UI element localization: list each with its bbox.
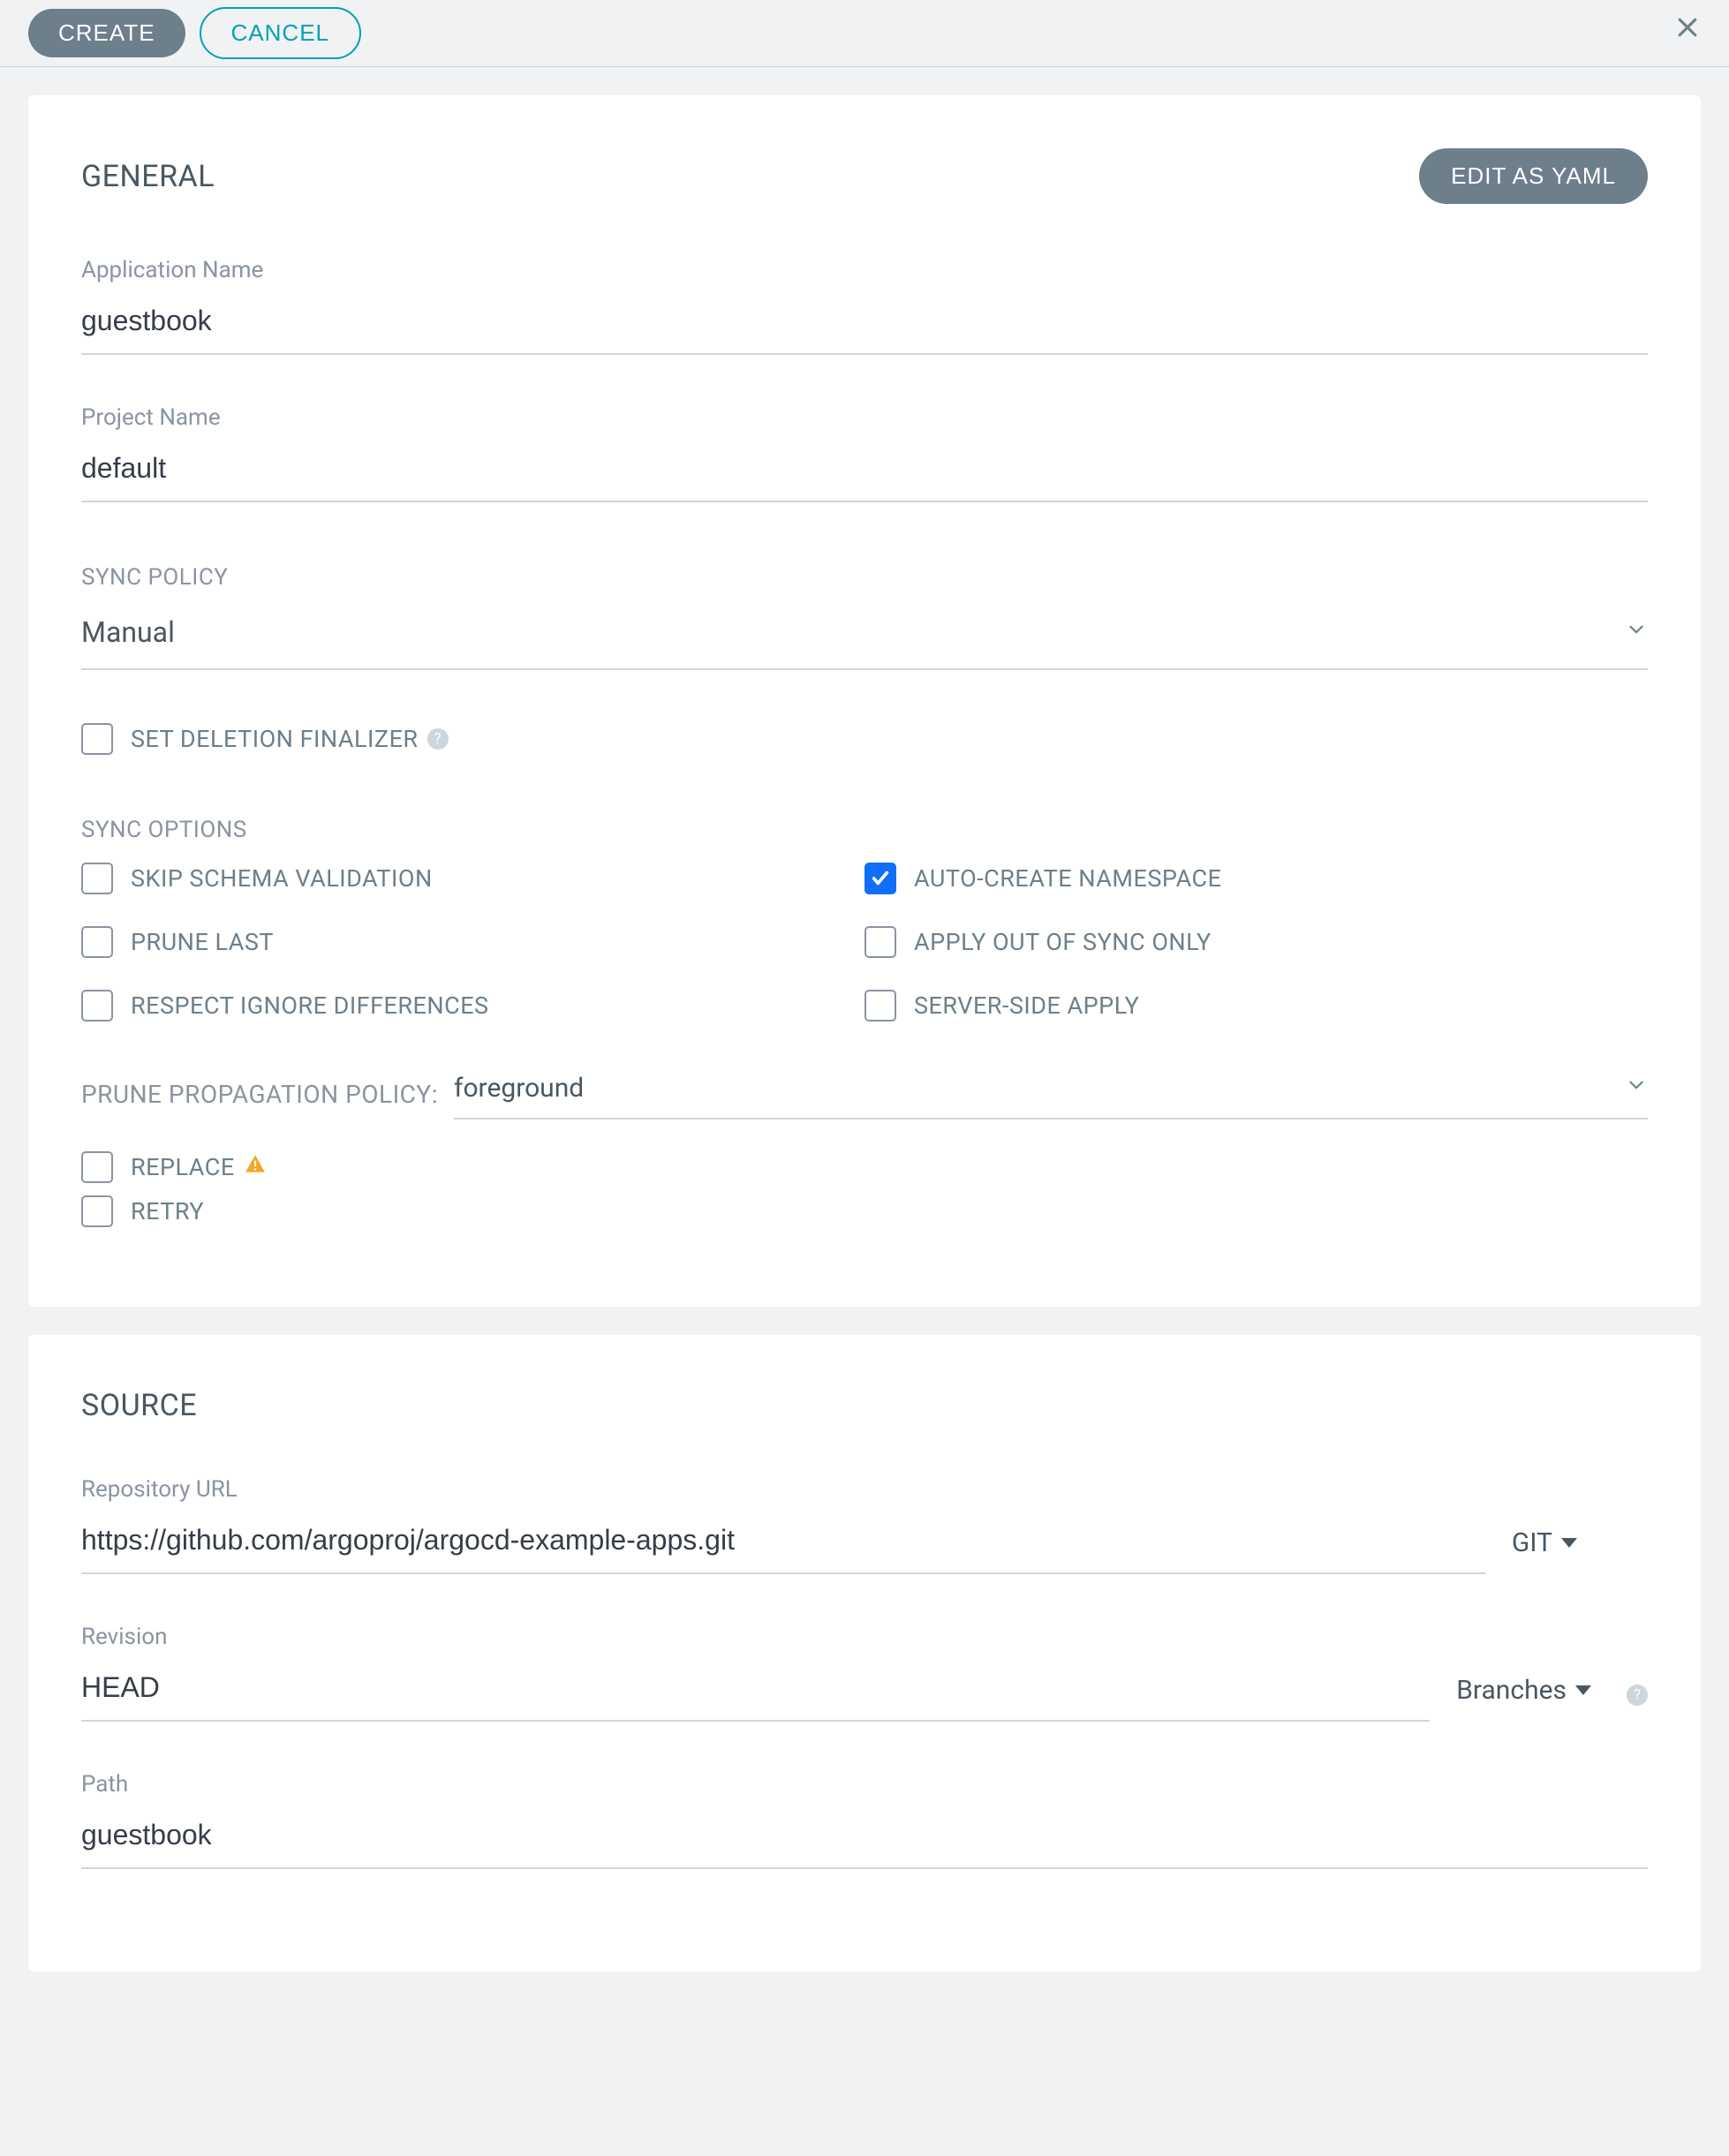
prune-propagation-select[interactable]: foreground — [454, 1069, 1648, 1119]
skip-schema-validation-label: SKIP SCHEMA VALIDATION — [131, 864, 433, 893]
source-title: SOURCE — [81, 1388, 197, 1423]
general-title: GENERAL — [81, 159, 215, 194]
repo-type-select[interactable]: GIT — [1512, 1527, 1577, 1574]
apply-out-of-sync-only-checkbox[interactable] — [864, 926, 896, 958]
help-icon[interactable]: ? — [427, 728, 449, 750]
retry-checkbox[interactable] — [81, 1195, 113, 1227]
auto-create-namespace-label: AUTO-CREATE NAMESPACE — [914, 864, 1221, 893]
create-button[interactable]: CREATE — [28, 9, 185, 57]
chevron-down-icon — [1625, 618, 1648, 647]
cancel-button[interactable]: CANCEL — [200, 7, 361, 59]
prune-last-checkbox[interactable] — [81, 926, 113, 958]
skip-schema-validation-checkbox[interactable] — [81, 863, 113, 894]
general-panel: GENERAL EDIT AS YAML Application Name Pr… — [28, 95, 1701, 1307]
project-name-field: Project Name — [81, 404, 1648, 502]
sync-policy-select[interactable]: Manual — [81, 610, 1648, 670]
auto-create-namespace-checkbox[interactable] — [864, 863, 896, 894]
prune-propagation-label: PRUNE PROPAGATION POLICY: — [81, 1080, 438, 1109]
repo-url-row: Repository URL GIT — [81, 1476, 1648, 1574]
revision-row: Revision Branches ? — [81, 1624, 1648, 1722]
application-name-label: Application Name — [81, 257, 1648, 283]
application-name-input[interactable] — [81, 296, 1648, 355]
replace-row: REPLACE — [81, 1151, 1648, 1183]
retry-row: RETRY — [81, 1195, 1648, 1227]
repo-url-field: Repository URL — [81, 1476, 1485, 1574]
respect-ignore-differences-row: RESPECT IGNORE DIFFERENCES — [81, 990, 864, 1021]
path-label: Path — [81, 1771, 1648, 1798]
retry-label: RETRY — [131, 1197, 204, 1225]
apply-out-of-sync-only-label: APPLY OUT OF SYNC ONLY — [914, 928, 1212, 956]
caret-down-icon — [1575, 1685, 1591, 1695]
project-name-label: Project Name — [81, 404, 1648, 431]
server-side-apply-checkbox[interactable] — [864, 990, 896, 1021]
top-bar: CREATE CANCEL — [0, 0, 1729, 67]
application-name-field: Application Name — [81, 257, 1648, 355]
prune-propagation-value: foreground — [454, 1073, 584, 1104]
set-deletion-finalizer-label: SET DELETION FINALIZER — [131, 725, 419, 753]
skip-schema-validation-row: SKIP SCHEMA VALIDATION — [81, 863, 864, 894]
revision-type-value: Branches — [1456, 1675, 1567, 1706]
repo-url-label: Repository URL — [81, 1476, 1485, 1503]
apply-out-of-sync-only-row: APPLY OUT OF SYNC ONLY — [864, 926, 1648, 958]
respect-ignore-differences-label: RESPECT IGNORE DIFFERENCES — [131, 991, 489, 1020]
revision-field: Revision — [81, 1624, 1430, 1722]
help-icon: ? — [1627, 1685, 1648, 1706]
source-panel: SOURCE Repository URL GIT Revision Branc… — [28, 1335, 1701, 1971]
prune-last-label: PRUNE LAST — [131, 928, 274, 956]
close-icon[interactable] — [1674, 14, 1701, 47]
respect-ignore-differences-checkbox[interactable] — [81, 990, 113, 1021]
prune-last-row: PRUNE LAST — [81, 926, 864, 958]
revision-help[interactable]: ? — [1618, 1677, 1648, 1722]
revision-label: Revision — [81, 1624, 1430, 1650]
path-input[interactable] — [81, 1810, 1648, 1869]
replace-label: REPLACE — [131, 1153, 235, 1181]
revision-input[interactable] — [81, 1662, 1430, 1722]
set-deletion-finalizer-checkbox[interactable] — [81, 723, 113, 755]
server-side-apply-row: SERVER-SIDE APPLY — [864, 990, 1648, 1021]
sync-policy-label: SYNC POLICY — [81, 564, 1648, 591]
caret-down-icon — [1561, 1538, 1577, 1548]
project-name-input[interactable] — [81, 443, 1648, 502]
server-side-apply-label: SERVER-SIDE APPLY — [914, 991, 1139, 1020]
set-deletion-finalizer-row: SET DELETION FINALIZER ? — [81, 723, 1648, 755]
edit-as-yaml-button[interactable]: EDIT AS YAML — [1419, 148, 1648, 204]
sync-policy-value: Manual — [81, 615, 175, 649]
repo-type-value: GIT — [1512, 1527, 1552, 1558]
warning-icon — [244, 1153, 267, 1182]
auto-create-namespace-row: AUTO-CREATE NAMESPACE — [864, 863, 1648, 894]
repo-url-input[interactable] — [81, 1515, 1485, 1574]
sync-options-label: SYNC OPTIONS — [81, 817, 1648, 843]
revision-type-select[interactable]: Branches — [1456, 1675, 1591, 1722]
prune-propagation-row: PRUNE PROPAGATION POLICY: foreground — [81, 1069, 1648, 1119]
replace-checkbox[interactable] — [81, 1151, 113, 1183]
sync-options-grid: SKIP SCHEMA VALIDATION AUTO-CREATE NAMES… — [81, 863, 1648, 1034]
path-field: Path — [81, 1771, 1648, 1869]
chevron-down-icon — [1625, 1074, 1648, 1103]
